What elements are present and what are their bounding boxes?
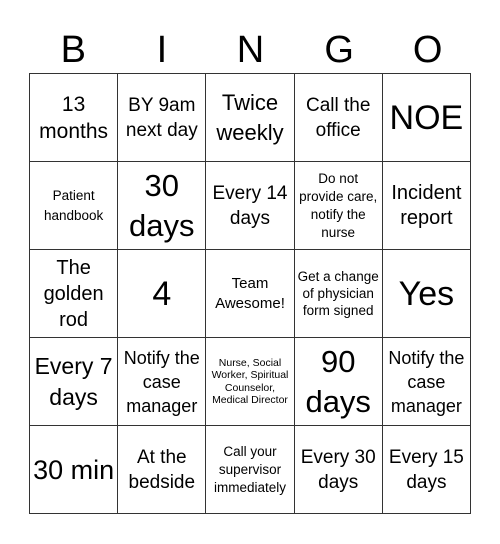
- cell-text: The golden rod: [43, 256, 104, 331]
- cell-text: 30 days: [129, 167, 195, 243]
- bingo-cell[interactable]: Every 14 days: [206, 162, 295, 250]
- cell-text: Twice weekly: [216, 89, 284, 145]
- cell-text: At the bedside: [128, 446, 196, 493]
- bingo-cell[interactable]: BY 9am next day: [118, 74, 207, 162]
- cell-text: Incident report: [391, 181, 462, 229]
- bingo-cell[interactable]: 30 min: [30, 426, 119, 514]
- cell-text: Notify the case manager: [123, 347, 200, 416]
- cell-text: Patient handbook: [43, 187, 104, 223]
- bingo-cell[interactable]: Call your supervisor immediately: [206, 426, 295, 514]
- bingo-grid: 13 months BY 9am next day Twice weekly C…: [29, 73, 471, 514]
- bingo-cell[interactable]: Yes: [382, 250, 471, 338]
- cell-text: NOE: [389, 98, 464, 137]
- cell-text: 30 min: [33, 454, 115, 485]
- bingo-cell[interactable]: Notify the case manager: [382, 338, 471, 426]
- cell-text: Call the office: [305, 94, 371, 141]
- bingo-cell[interactable]: Patient handbook: [30, 162, 119, 250]
- cell-text: Every 15 days: [388, 446, 464, 493]
- bingo-cell[interactable]: 30 days: [118, 162, 207, 250]
- header-letter-b: B: [60, 29, 86, 71]
- cell-text: Every 14 days: [212, 182, 288, 229]
- cell-text: 90 days: [305, 343, 371, 419]
- bingo-cell[interactable]: 13 months: [30, 74, 119, 162]
- header-letter-g: G: [324, 29, 354, 71]
- bingo-cell[interactable]: 4: [118, 250, 207, 338]
- bingo-cell[interactable]: Twice weekly: [206, 74, 295, 162]
- cell-text: Notify the case manager: [388, 347, 465, 416]
- bingo-cell[interactable]: 90 days: [294, 338, 383, 426]
- bingo-cell[interactable]: Incident report: [382, 162, 471, 250]
- bingo-header: B I N G O: [29, 28, 472, 72]
- bingo-cell[interactable]: Every 15 days: [382, 426, 471, 514]
- bingo-cell[interactable]: Team Awesome!: [206, 250, 295, 338]
- bingo-cell[interactable]: Notify the case manager: [118, 338, 207, 426]
- bingo-cell[interactable]: Do not provide care, notify the nurse: [294, 162, 383, 250]
- bingo-cell[interactable]: The golden rod: [30, 250, 119, 338]
- header-letter-i: I: [156, 29, 168, 71]
- bingo-cell[interactable]: Every 7 days: [30, 338, 119, 426]
- bingo-cell[interactable]: At the bedside: [118, 426, 207, 514]
- cell-text: 13 months: [39, 92, 109, 143]
- bingo-cell[interactable]: Every 30 days: [294, 426, 383, 514]
- cell-text: Nurse, Social Worker, Spiritual Counselo…: [211, 356, 289, 407]
- bingo-cell[interactable]: NOE: [382, 74, 471, 162]
- cell-text: Yes: [398, 274, 455, 313]
- bingo-cell[interactable]: Call the office: [294, 74, 383, 162]
- cell-text: Every 30 days: [300, 446, 376, 493]
- cell-text: Team Awesome!: [215, 274, 285, 312]
- cell-text: Do not provide care, notify the nurse: [299, 170, 378, 240]
- cell-text: 4: [152, 274, 172, 313]
- header-letter-n: N: [236, 29, 265, 71]
- header-letter-o: O: [412, 29, 443, 71]
- bingo-cell[interactable]: Nurse, Social Worker, Spiritual Counselo…: [206, 338, 295, 426]
- bingo-cell[interactable]: Get a change of physician form signed: [294, 250, 383, 338]
- cell-text: BY 9am next day: [125, 94, 198, 141]
- cell-text: Get a change of physician form signed: [297, 269, 379, 318]
- cell-text: Call your supervisor immediately: [213, 443, 286, 495]
- cell-text: Every 7 days: [34, 352, 113, 410]
